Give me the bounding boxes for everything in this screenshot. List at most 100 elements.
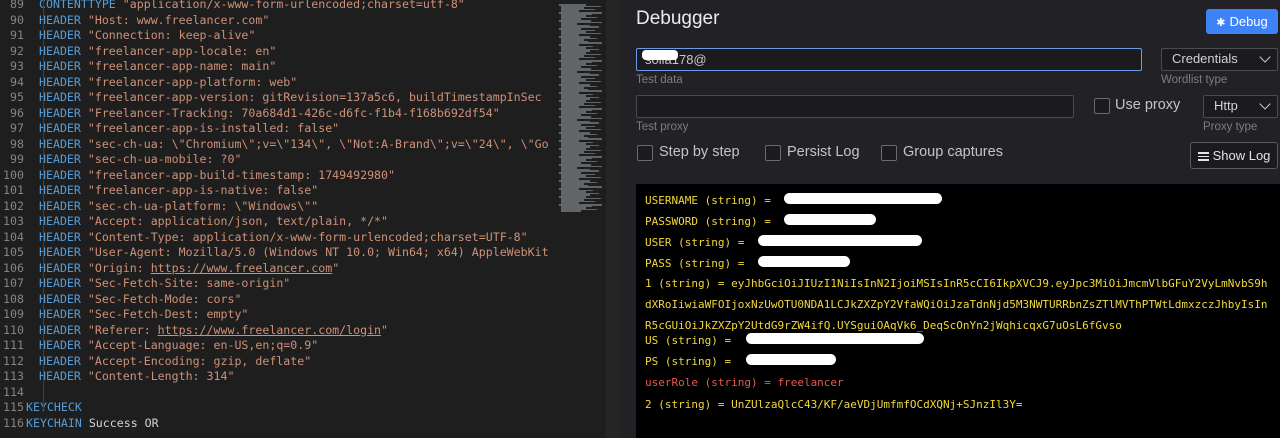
line-number: 114 xyxy=(3,384,24,399)
line-number: 101 xyxy=(3,183,24,197)
code-string: " xyxy=(381,322,389,337)
code-line: 89 CONTENTTYPE "application/x-www-form-ur… xyxy=(0,0,465,13)
code-string: "Sec-Fetch-Mode: cors" xyxy=(80,291,242,306)
code-string: "sec-ch-ua-mobile: ?0" xyxy=(80,152,242,166)
group-captures-label[interactable]: Group captures xyxy=(903,144,1003,160)
line-number: 102 xyxy=(3,198,24,213)
code-keyword: HEADER xyxy=(39,198,81,213)
code-keyword: HEADER xyxy=(39,183,81,197)
wordlist-type-value: Credentials xyxy=(1172,51,1238,66)
step-by-step-label[interactable]: Step by step xyxy=(659,144,740,160)
code-link[interactable]: https://www.freelancer.com xyxy=(151,261,332,275)
code-string: "Sec-Fetch-Site: same-origin" xyxy=(80,276,291,290)
code-keyword: CONTENTTYPE xyxy=(39,0,116,11)
use-proxy-checkbox[interactable] xyxy=(1094,98,1110,114)
redaction-mark xyxy=(758,256,850,267)
persist-log-checkbox[interactable] xyxy=(765,145,781,161)
output-line-2: 2 (string) = UnZUlzaQlcC43/KF/aeVDjUmfmf… xyxy=(645,398,1023,411)
line-number: 112 xyxy=(3,353,24,368)
code-keyword: HEADER xyxy=(39,338,81,352)
code-line: 93 HEADER "freelancer-app-name: main" xyxy=(0,59,276,75)
list-icon xyxy=(1197,150,1209,163)
code-string: "freelancer-app-version: gitRevision=137… xyxy=(80,90,542,104)
code-string: "freelancer-app-platform: web" xyxy=(80,74,298,89)
code-string: "Accept: application/json, text/plain, *… xyxy=(80,214,389,228)
code-keyword: HEADER xyxy=(39,59,81,73)
redaction-mark xyxy=(758,235,922,246)
code-keyword: HEADER xyxy=(39,28,81,42)
output-line-user: USER (string) = xyxy=(645,236,751,249)
redaction-mark xyxy=(784,193,942,204)
code-line: 112 HEADER "Accept-Encoding: gzip, deflat… xyxy=(0,354,311,370)
use-proxy-label[interactable]: Use proxy xyxy=(1115,97,1180,113)
line-number: 111 xyxy=(3,338,24,352)
chevron-down-icon xyxy=(1259,51,1271,63)
code-string: "Referer: xyxy=(80,322,158,337)
line-number: 110 xyxy=(3,322,24,337)
code-string: "freelancer-app-locale: en" xyxy=(80,43,277,58)
code-keyword: HEADER xyxy=(39,90,81,104)
code-keyword: HEADER xyxy=(39,291,81,306)
code-line: 105 HEADER "User-Agent: Mozilla/5.0 (Wind… xyxy=(0,245,549,261)
line-number: 97 xyxy=(10,121,24,135)
step-by-step-checkbox[interactable] xyxy=(637,145,653,161)
line-number: 95 xyxy=(10,90,24,104)
code-keyword: HEADER xyxy=(39,369,81,383)
show-log-button[interactable]: Show Log xyxy=(1190,142,1278,169)
output-line-username: USERNAME (string) = xyxy=(645,194,778,207)
code-line: 91 HEADER "Connection: keep-alive" xyxy=(0,28,255,44)
code-string: "sec-ch-ua-platform: \"Windows\"" xyxy=(80,198,319,213)
output-line-ps: PS (string) = xyxy=(645,355,738,368)
wordlist-type-select[interactable]: Credentials xyxy=(1161,48,1278,71)
code-keyword: HEADER xyxy=(39,260,81,275)
code-keyword: HEADER xyxy=(39,214,81,228)
line-number: 92 xyxy=(10,43,24,58)
code-line: 110 HEADER "Referer: https://www.freelanc… xyxy=(0,323,388,339)
code-keyword: HEADER xyxy=(39,105,81,120)
line-number: 106 xyxy=(3,260,24,275)
line-number: 108 xyxy=(3,291,24,306)
debug-button[interactable]: ✱ Debug xyxy=(1206,9,1278,34)
output-line-token: 1 (string) = eyJhbGciOiJIUzI1NiIsInN2Ijo… xyxy=(645,277,1268,332)
code-area[interactable]: 89 CONTENTTYPE "application/x-www-form-ur… xyxy=(0,0,550,438)
code-line: 101 HEADER "freelancer-app-is-native: fal… xyxy=(0,183,318,199)
code-line: 104 HEADER "Content-Type: application/x-w… xyxy=(0,230,528,246)
redaction-mark xyxy=(746,354,836,365)
code-string: "Origin: xyxy=(80,260,151,275)
output-line-userrole: userRole (string) = freelancer xyxy=(645,376,844,389)
code-keyword: HEADER xyxy=(39,322,81,337)
line-number: 116 xyxy=(3,415,24,430)
code-string: "application/x-www-form-urlencoded;chars… xyxy=(115,0,465,11)
proxy-type-value: Http xyxy=(1214,98,1238,113)
code-line: 115 KEYCHECK xyxy=(0,400,82,416)
line-number: 113 xyxy=(3,369,24,383)
debug-output[interactable]: USERNAME (string) = PASSWORD (string) = … xyxy=(636,184,1280,438)
code-keyword: HEADER xyxy=(39,12,81,27)
group-captures-checkbox[interactable] xyxy=(881,145,897,161)
code-string: "Accept-Language: en-US,en;q=0.9" xyxy=(80,338,319,352)
code-string: "Content-Length: 314" xyxy=(80,369,235,383)
line-number: 96 xyxy=(10,105,24,120)
code-line: 114 xyxy=(0,385,39,401)
line-number: 105 xyxy=(3,245,24,259)
editor-scrollbar[interactable] xyxy=(606,0,620,438)
persist-log-label[interactable]: Persist Log xyxy=(787,144,860,160)
test-proxy-input[interactable] xyxy=(636,95,1074,118)
code-link[interactable]: https://www.freelancer.com/login xyxy=(158,323,381,337)
line-number: 90 xyxy=(10,12,24,27)
code-line: 99 HEADER "sec-ch-ua-mobile: ?0" xyxy=(0,152,241,168)
code-keyword: HEADER xyxy=(39,229,81,244)
code-line: 100 HEADER "freelancer-app-build-timestam… xyxy=(0,168,395,184)
code-line: 108 HEADER "Sec-Fetch-Mode: cors" xyxy=(0,292,241,308)
code-line: 109 HEADER "Sec-Fetch-Dest: empty" xyxy=(0,307,248,323)
code-line: 96 HEADER "Freelancer-Tracking: 70a684d1-… xyxy=(0,106,500,122)
code-keyword: HEADER xyxy=(39,121,81,135)
test-data-input[interactable] xyxy=(636,48,1142,71)
line-number: 109 xyxy=(3,307,24,321)
code-line: 92 HEADER "freelancer-app-locale: en" xyxy=(0,44,276,60)
redaction-mark xyxy=(746,333,924,344)
code-line: 116 KEYCHAIN Success OR xyxy=(0,416,159,432)
line-number: 91 xyxy=(10,28,24,42)
proxy-type-select[interactable]: Http xyxy=(1203,95,1278,118)
line-number: 107 xyxy=(3,276,24,290)
